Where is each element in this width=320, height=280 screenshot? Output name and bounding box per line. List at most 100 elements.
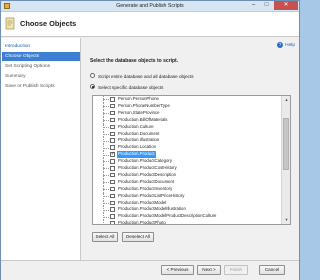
tree-item-checkbox[interactable]: [110, 186, 115, 192]
finish-button: Finish: [224, 265, 248, 275]
tree-item-label: Person.StateProvince: [118, 109, 160, 115]
tree-item-checkbox[interactable]: [110, 172, 115, 178]
page-header: Choose Objects: [1, 12, 299, 37]
tree-item-label: Production.Product: [117, 151, 156, 159]
tree-item-label: Production.Location: [118, 144, 156, 150]
tree-connector: [103, 189, 109, 191]
tree-item[interactable]: Production.Culture: [93, 123, 282, 131]
scroll-thumb[interactable]: [283, 118, 289, 170]
tree-item[interactable]: Production.ProductInventory: [93, 185, 282, 193]
tree-item[interactable]: Production.ProductPhoto: [93, 220, 282, 225]
tree-item-label: Production.ProductModel: [118, 199, 167, 205]
tree-scrollbar[interactable]: ▲ ▼: [281, 96, 290, 224]
scroll-up-icon[interactable]: ▲: [282, 96, 290, 104]
tree-item-checkbox[interactable]: [110, 159, 115, 164]
radio-specific-objects[interactable]: [90, 84, 95, 90]
tree-item[interactable]: Production.ProductDescription: [93, 171, 282, 179]
tree-item[interactable]: Production.Illustration: [93, 137, 282, 145]
tree-item-checkbox[interactable]: [110, 166, 115, 171]
tree-connector: [103, 140, 109, 142]
tree-item-checkbox[interactable]: [110, 193, 115, 199]
tree-item-checkbox[interactable]: [110, 117, 115, 123]
minimize-button[interactable]: –: [247, 1, 260, 10]
tree-item-checkbox[interactable]: [110, 221, 115, 224]
tree-item[interactable]: Production.ProductCategory: [93, 158, 282, 165]
deselect-all-button[interactable]: Deselect All: [122, 232, 154, 242]
tree-item[interactable]: Production.ProductCostHistory: [93, 165, 282, 172]
next-button[interactable]: Next >: [197, 265, 221, 275]
wizard-window: Generate and Publish Scripts – □ ✕ Choos…: [0, 0, 300, 280]
tree-item-checkbox[interactable]: [110, 179, 115, 185]
tree-item-label: Production.ProductPhoto: [118, 220, 166, 225]
tree-item[interactable]: Production.ProductModel: [93, 199, 282, 207]
sidebar-item-save-or-publish[interactable]: Save or Publish Scripts: [2, 82, 80, 91]
tree-connector: [103, 216, 109, 218]
tree-item-label: Production.ProductDocument: [118, 178, 175, 184]
scroll-script-icon: [5, 17, 15, 30]
option-specific-objects[interactable]: Select specific database objects: [90, 84, 163, 91]
main-panel: ? Help Select the database objects to scr…: [82, 38, 299, 260]
previous-button[interactable]: < Previous: [161, 265, 194, 275]
radio-entire-database[interactable]: [90, 73, 95, 79]
help-icon: ?: [277, 42, 284, 48]
tree-item[interactable]: Production.ProductModelIllustration: [93, 206, 282, 214]
help-link[interactable]: ? Help: [277, 42, 295, 48]
tree-connector: [103, 120, 109, 122]
cancel-button[interactable]: Cancel: [259, 265, 285, 275]
tree-item-checkbox[interactable]: [110, 138, 115, 143]
tree-item-label: Person.PhoneNumberType: [118, 102, 170, 108]
tree-item[interactable]: Person.PhoneNumberType: [93, 102, 282, 110]
maximize-button[interactable]: □: [260, 1, 273, 10]
tree-item-label: Production.ProductModelIllustration: [118, 206, 186, 212]
tree-connector: [103, 168, 109, 170]
database-objects-tree[interactable]: Person.PersonPhone Person.PhoneNumberType…: [92, 95, 291, 225]
tree-item-label: Production.ProductInventory: [118, 185, 173, 191]
tree-item-label: Production.Culture: [118, 123, 154, 129]
tree-item-checkbox[interactable]: [110, 214, 115, 219]
tree-item[interactable]: Production.ProductDocument: [93, 178, 282, 186]
close-button[interactable]: ✕: [274, 1, 298, 10]
wizard-steps-sidebar: Introduction Choose Objects Set Scriptin…: [1, 38, 81, 260]
tree-item[interactable]: Person.StateProvince: [93, 109, 282, 117]
sidebar-item-summary[interactable]: Summary: [2, 72, 80, 81]
option-entire-database[interactable]: Script entire database and all database …: [90, 73, 194, 80]
tree-connector: [103, 106, 109, 108]
tree-item[interactable]: Production.Location: [93, 144, 282, 152]
tree-item-checkbox[interactable]: [110, 131, 115, 137]
page-title: Choose Objects: [20, 19, 77, 28]
tree-item-checkbox[interactable]: [110, 151, 115, 157]
tree-item[interactable]: Production.Document: [93, 130, 282, 138]
sidebar-item-set-scripting-options[interactable]: Set Scripting Options: [2, 62, 80, 71]
instruction-text: Select the database objects to script.: [90, 58, 179, 64]
tree-connector: [103, 154, 109, 156]
select-all-button[interactable]: Select All: [92, 232, 118, 242]
tree-item-checkbox[interactable]: [110, 200, 115, 206]
tree-item[interactable]: Production.Product: [93, 151, 282, 159]
scroll-down-icon[interactable]: ▼: [282, 216, 290, 224]
tree-item-checkbox[interactable]: [110, 97, 115, 102]
sidebar-item-choose-objects[interactable]: Choose Objects: [2, 52, 80, 61]
tree-item[interactable]: Production.BillOfMaterials: [93, 116, 282, 124]
tree-item[interactable]: Production.ProductListPriceHistory: [93, 192, 282, 200]
tree-item[interactable]: Person.PersonPhone: [93, 96, 282, 103]
option-specific-objects-label: Select specific database objects: [98, 85, 164, 90]
tree-item-checkbox[interactable]: [110, 110, 115, 116]
tree-item-checkbox[interactable]: [110, 103, 115, 109]
tree-connector: [103, 182, 109, 184]
tree-item-checkbox[interactable]: [110, 124, 115, 130]
tree-connector: [103, 202, 109, 204]
title-bar[interactable]: Generate and Publish Scripts – □ ✕: [1, 1, 299, 12]
tree-item-label: Production.Illustration: [118, 137, 160, 143]
tree-item-checkbox[interactable]: [110, 207, 115, 212]
option-entire-database-label: Script entire database and all database …: [98, 74, 194, 79]
tree-item-label: Production.ProductCategory: [118, 158, 172, 164]
tree-item-label: Production.ProductModelProductDescriptio…: [118, 213, 217, 219]
tree-item[interactable]: Production.ProductModelProductDescriptio…: [93, 213, 282, 221]
help-label: Help: [285, 43, 295, 48]
tree-connector: [103, 113, 109, 115]
tree-item-checkbox[interactable]: [110, 145, 115, 150]
tree-connector: [103, 161, 109, 163]
tree-connector: [103, 223, 109, 224]
tree-item-label: Production.ProductCostHistory: [118, 165, 177, 170]
sidebar-item-introduction[interactable]: Introduction: [2, 42, 80, 51]
